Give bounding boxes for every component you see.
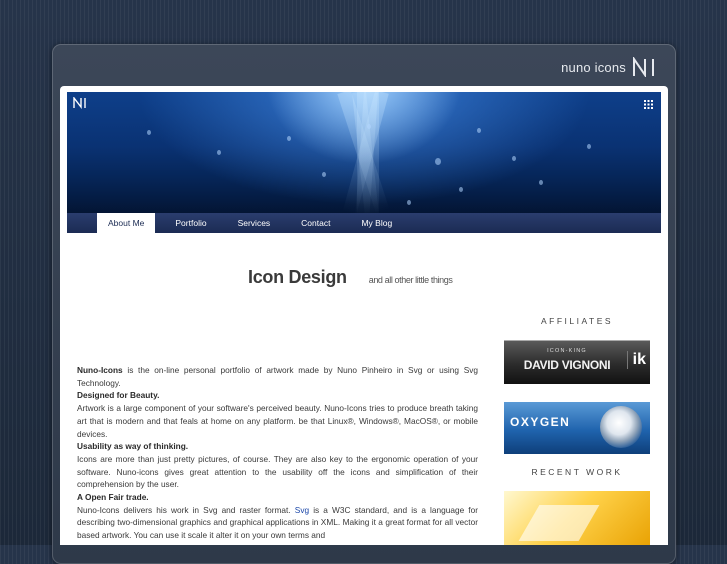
menu-item-my-blog[interactable]: My Blog: [350, 213, 403, 233]
page-subtitle: and all other little things: [368, 275, 453, 285]
affiliate-name: DAVID VIGNONI: [523, 358, 611, 372]
recent-work-thumbnail[interactable]: [504, 491, 650, 545]
content-panel: About Me Portfolio Services Contact My B…: [60, 86, 668, 545]
affiliates-heading: AFFILIATES: [540, 316, 614, 326]
page-title: Icon Design: [248, 267, 347, 287]
intro-text: Nuno-Icons is the on-line personal portf…: [77, 364, 478, 542]
ik-logo-icon: ik: [626, 351, 646, 369]
section-heading-usability: Usability as way of thinking.: [77, 441, 189, 452]
menu-item-portfolio[interactable]: Portfolio: [164, 213, 217, 233]
paragraph-fair-trade: Nuno-Icons delivers his work in Svg and …: [77, 504, 478, 542]
affiliate-name: OXYGEN: [510, 415, 571, 429]
intro-paragraph: Nuno-Icons is the on-line personal portf…: [77, 364, 478, 389]
main-menu: About Me Portfolio Services Contact My B…: [67, 213, 661, 233]
nuno-logo-icon: [633, 57, 654, 77]
menu-item-services[interactable]: Services: [227, 213, 282, 233]
menu-item-about-me[interactable]: About Me: [97, 213, 156, 233]
affiliate-tagline: ICON-KING: [547, 348, 587, 354]
intro-body: is the on-line personal portfolio of art…: [77, 365, 478, 388]
svg-link[interactable]: Svg: [295, 505, 309, 515]
section-heading-fair-trade: A Open Fair trade.: [77, 492, 149, 503]
paragraph-beauty: Artwork is a large component of your sof…: [77, 403, 478, 439]
paragraph-usability: Icons are more than just pretty pictures…: [77, 453, 478, 490]
header-banner: [67, 92, 661, 213]
section-heading-beauty: Designed for Beauty.: [77, 390, 160, 401]
recent-work-art: [518, 505, 600, 541]
site-brand[interactable]: nuno icons: [561, 56, 656, 78]
affiliate-oxygen[interactable]: OXYGEN: [504, 402, 650, 454]
recent-work-heading: RECENT WORK: [531, 467, 623, 477]
intro-brand: Nuno-Icons: [77, 365, 123, 375]
affiliate-david-vignoni[interactable]: ICON-KING DAVID VIGNONI ik: [504, 340, 650, 384]
menu-item-contact[interactable]: Contact: [290, 213, 341, 233]
nuno-logo-icon: [73, 97, 86, 109]
page-headline: Icon Design and all other little things: [248, 267, 453, 288]
grid-icon[interactable]: [644, 100, 653, 109]
fair-trade-text-1: Nuno-Icons delivers his work in Svg and …: [77, 504, 295, 515]
oxygen-logo-icon: [600, 406, 642, 448]
brand-name: nuno icons: [561, 59, 626, 75]
